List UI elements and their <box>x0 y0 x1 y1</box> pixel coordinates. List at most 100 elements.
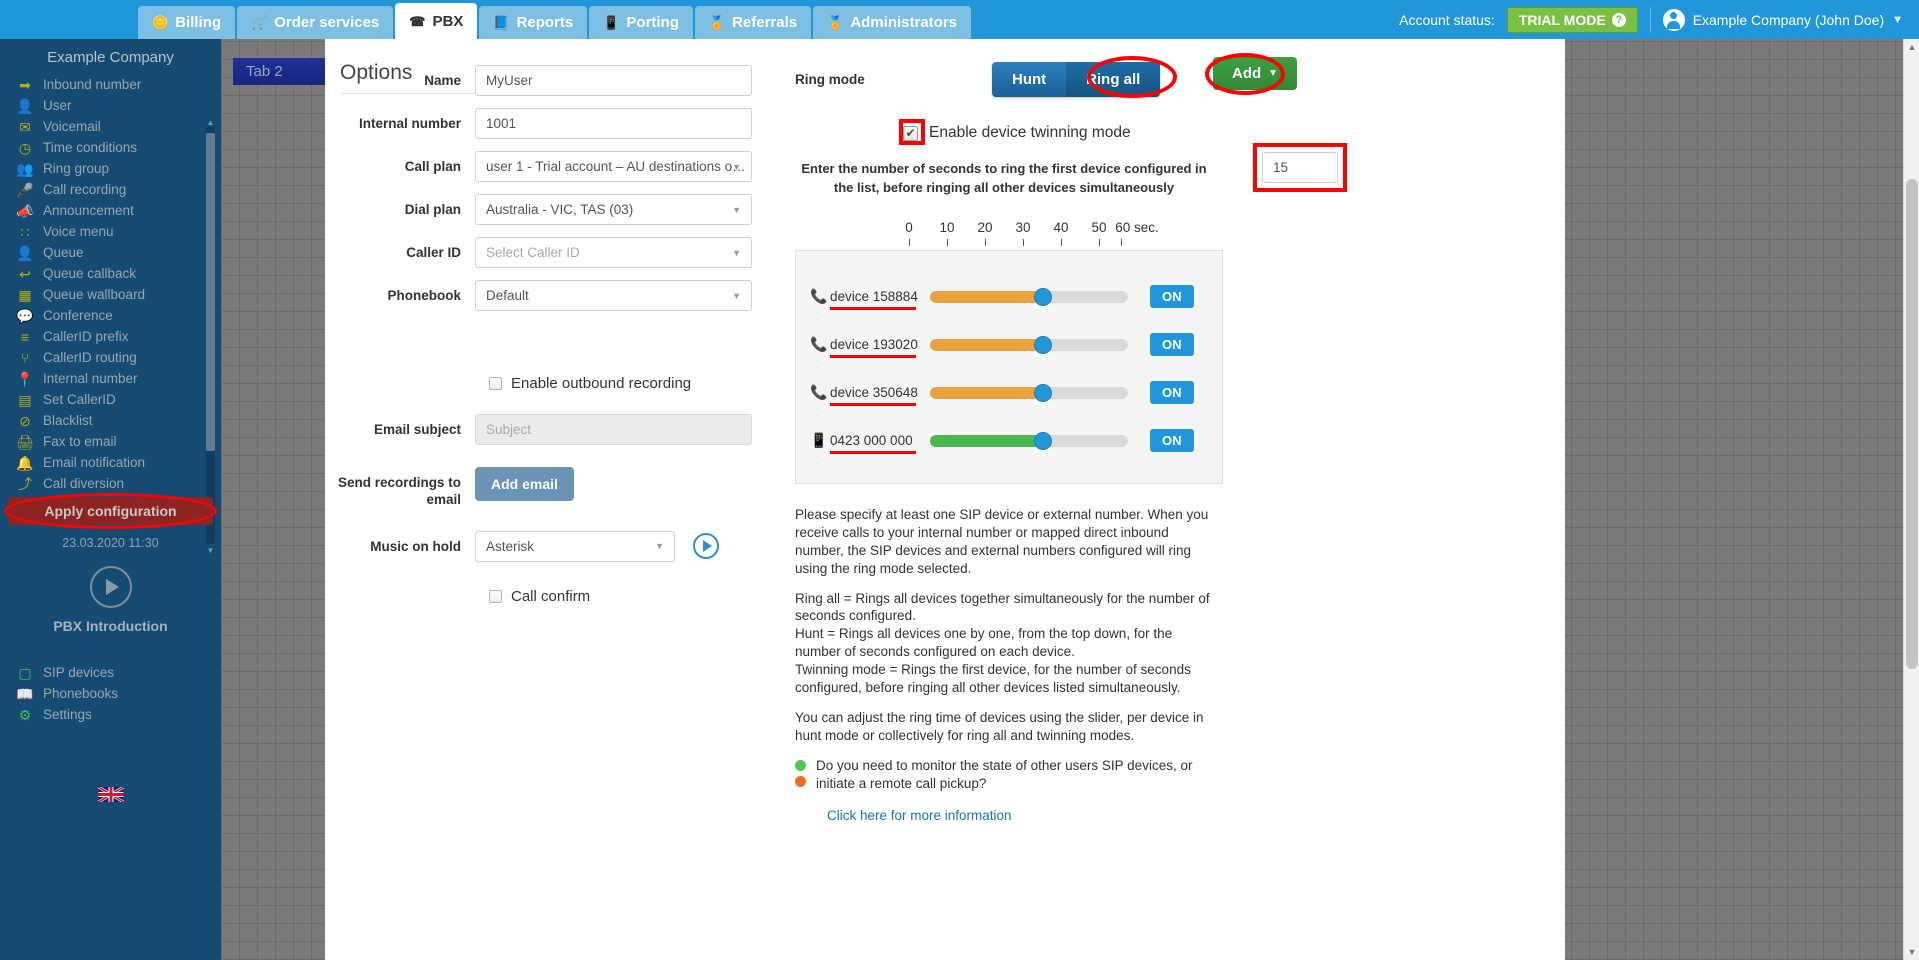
sidebar-menu: ➡ Inbound number 👤 User ✉ Voicemail ◷ Time cond… <box>0 74 221 492</box>
device-toggle-button[interactable]: ON <box>1150 285 1194 309</box>
slider-handle[interactable] <box>1033 383 1052 402</box>
ring-time-slider[interactable] <box>930 287 1128 306</box>
tab-pbx[interactable]: ☎ PBX <box>395 3 478 39</box>
scroll-up-arrow[interactable]: ▲ <box>1904 39 1919 55</box>
email-subject-input[interactable]: Subject <box>475 414 752 445</box>
seconds-input[interactable]: 15 <box>1262 152 1338 183</box>
sidebar-item-ring-group[interactable]: 👥 Ring group <box>0 158 221 179</box>
ring-time-scale: 0 10 20 30 40 50 60 sec. <box>797 220 1225 246</box>
sidebar-item-fax-to-email[interactable]: 🖨 Fax to email <box>0 431 221 452</box>
language-selector[interactable] <box>0 787 221 807</box>
chevron-down-icon: ▼ <box>732 247 741 258</box>
tab-administrators[interactable]: 🏅 Administrators <box>813 6 971 39</box>
sidebar-item-call-diversion[interactable]: ⤴ Call diversion <box>0 473 221 492</box>
sidebar-item-internal-number[interactable]: 📍 Internal number <box>0 368 221 389</box>
id-card-icon: ▤ <box>18 391 32 408</box>
call-plan-select[interactable]: user 1 - Trial account – AU destinations… <box>475 151 752 182</box>
tab-label: Porting <box>626 14 679 31</box>
enable-outbound-recording-row[interactable]: Enable outbound recording <box>489 375 785 392</box>
device-name: 0423 000 000 <box>830 433 924 455</box>
sidebar-item-queue[interactable]: 👤 Queue <box>0 242 221 263</box>
chevron-down-icon: ▼ <box>732 290 741 301</box>
call-confirm-row[interactable]: Call confirm <box>489 588 785 605</box>
add-device-button[interactable]: Add ▼ <box>1213 57 1298 90</box>
sidebar-item-queue-wallboard[interactable]: ▦ Queue wallboard <box>0 284 221 305</box>
help-icon[interactable]: ? <box>1611 12 1626 27</box>
sidebar-item-user[interactable]: 👤 User <box>0 95 221 116</box>
sidebar-item-blacklist[interactable]: ⊘ Blacklist <box>0 410 221 431</box>
sidebar-item-phonebooks[interactable]: 📖 Phonebooks <box>0 683 221 704</box>
sidebar-item-inbound-number[interactable]: ➡ Inbound number <box>0 74 221 95</box>
sidebar-item-settings[interactable]: ⚙ Settings <box>0 704 221 725</box>
internal-number-input[interactable]: 1001 <box>475 108 752 139</box>
scale-tick <box>1121 238 1122 246</box>
user-plus-icon: 👤 <box>16 244 34 261</box>
tab-reports[interactable]: 📘 Reports <box>479 6 588 39</box>
user-name-label: Example Company (John Doe) <box>1692 11 1885 28</box>
pbx-icon: ☎ <box>409 13 426 29</box>
device-toggle-button[interactable]: ON <box>1150 333 1194 357</box>
ring-mode-ring-all-button[interactable]: Ring all <box>1066 61 1161 97</box>
select-value: Australia - VIC, TAS (03) <box>486 202 634 217</box>
sidebar-item-voicemail[interactable]: ✉ Voicemail <box>0 116 221 137</box>
device-toggle-button[interactable]: ON <box>1150 429 1194 453</box>
device-row: 📞 device 193020 ON <box>796 321 1222 369</box>
sidebar-item-set-callerid[interactable]: ▤ Set CallerID <box>0 389 221 410</box>
sidebar-item-call-recording[interactable]: 🎤 Call recording <box>0 179 221 200</box>
scroll-down-arrow[interactable]: ▼ <box>1904 944 1919 960</box>
ring-time-slider[interactable] <box>930 383 1128 402</box>
slider-handle[interactable] <box>1033 431 1052 450</box>
caller-id-select[interactable]: Select Caller ID ▼ <box>475 237 752 268</box>
enable-outbound-recording-checkbox[interactable] <box>489 377 502 390</box>
sidebar-item-label: Internal number <box>43 371 138 386</box>
slider-handle[interactable] <box>1033 335 1052 354</box>
workspace-tab-2[interactable]: Tab 2 <box>233 58 325 85</box>
ring-time-slider[interactable] <box>930 431 1128 450</box>
play-icon[interactable] <box>693 533 719 560</box>
sidebar-item-label: Fax to email <box>43 434 117 449</box>
name-input[interactable]: MyUser <box>475 65 752 96</box>
scale-tick <box>1099 238 1100 246</box>
enable-device-twinning-checkbox[interactable]: ✔ <box>903 125 918 141</box>
tab-order-services[interactable]: 🛒 Order services <box>237 6 394 39</box>
phone-icon: 📞 <box>810 384 828 401</box>
device-row: 📞 device 158884 ON <box>796 273 1222 321</box>
tab-billing[interactable]: 🪙 Billing <box>138 6 236 39</box>
sidebar-item-queue-callback[interactable]: ↩ Queue callback <box>0 263 221 284</box>
sidebar-item-announcement[interactable]: 📣 Announcement <box>0 200 221 221</box>
scale-label: 0 <box>905 219 913 235</box>
sidebar-item-conference[interactable]: 💬 Conference <box>0 305 221 326</box>
sidebar-item-time-conditions[interactable]: ◷ Time conditions <box>0 137 221 158</box>
slider-handle[interactable] <box>1033 287 1052 306</box>
phonebook-select[interactable]: Default ▼ <box>475 280 752 311</box>
user-menu[interactable]: Example Company (John Doe) ▼ <box>1662 8 1903 31</box>
sidebar-scroll-down-arrow[interactable]: ▼ <box>206 546 215 555</box>
sidebar-scroll-up-arrow[interactable]: ▲ <box>206 118 215 127</box>
sidebar-item-voice-menu[interactable]: ∷ Voice menu <box>0 221 221 242</box>
add-email-button[interactable]: Add email <box>475 467 574 501</box>
sidebar-item-label: CallerID routing <box>43 350 137 365</box>
more-information-link[interactable]: Click here for more information <box>827 807 1012 825</box>
tab-referrals[interactable]: 🏅 Referrals <box>694 6 812 39</box>
sidebar-item-callerid-routing[interactable]: ⑂ CallerID routing <box>0 347 221 368</box>
device-toggle-button[interactable]: ON <box>1150 381 1194 405</box>
ring-mode-hunt-button[interactable]: Hunt <box>992 61 1067 97</box>
main-tab-list: 🪙 Billing 🛒 Order services ☎ PBX 📘 Reports 📱 Port… <box>138 0 973 39</box>
sidebar-item-sip-devices[interactable]: ▢ SIP devices <box>0 662 221 683</box>
page-scrollbar[interactable]: ▲ ▼ <box>1903 39 1919 960</box>
sidebar-item-email-notification[interactable]: 🔔 Email notification <box>0 452 221 473</box>
sidebar-item-callerid-prefix[interactable]: ≡ CallerID prefix <box>0 326 221 347</box>
sidebar-scrollbar-thumb[interactable] <box>206 133 215 451</box>
gear-icon: ⚙ <box>18 706 32 723</box>
play-icon[interactable] <box>89 566 132 608</box>
coins-icon: 🪙 <box>152 15 169 30</box>
call-confirm-checkbox[interactable] <box>489 589 502 603</box>
trial-mode-badge[interactable]: TRIAL MODE ? <box>1506 6 1638 33</box>
tab-porting[interactable]: 📱 Porting <box>589 6 693 39</box>
dial-plan-select[interactable]: Australia - VIC, TAS (03) ▼ <box>475 194 752 225</box>
page-scrollbar-thumb[interactable] <box>1906 179 1918 669</box>
apply-configuration-button[interactable]: Apply configuration <box>8 497 213 525</box>
music-on-hold-select[interactable]: Asterisk ▼ <box>475 530 675 562</box>
sidebar-scrollbar[interactable] <box>206 127 215 544</box>
ring-time-slider[interactable] <box>930 335 1128 354</box>
